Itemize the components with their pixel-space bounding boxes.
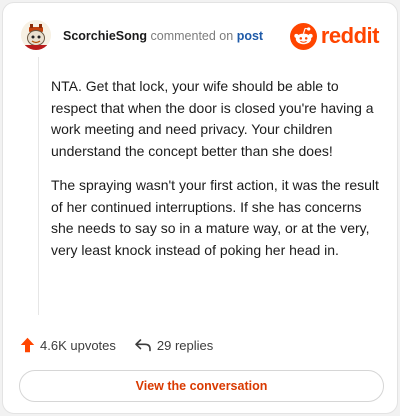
comment-card: ScorchieSong commented on post reddit NT… [2,2,398,414]
post-link[interactable]: post [237,29,263,43]
upvotes-count: 4.6K upvotes [40,337,116,353]
reply-arrow-icon [135,339,151,352]
comment-paragraph: The spraying wasn't your first action, i… [51,177,379,258]
comment-header: ScorchieSong commented on post reddit [21,20,381,52]
replies-stat[interactable]: 29 replies [134,338,213,353]
comment-body: NTA. Get that lock, your wife should be … [51,76,386,261]
upvote-arrow-icon [20,337,35,353]
thread-line [38,57,39,315]
avatar-image [21,20,51,50]
comment-paragraph: NTA. Get that lock, your wife should be … [51,78,374,159]
view-conversation-button[interactable]: View the conversation [19,370,384,402]
comment-action-text: commented on [150,29,234,43]
comment-stats: 4.6K upvotes 29 replies [20,334,213,356]
replies-count: 29 replies [156,337,214,353]
reddit-brand[interactable]: reddit [289,21,380,51]
reddit-logo-icon [289,22,317,50]
avatar[interactable] [21,20,51,50]
comment-meta: ScorchieSong commented on post [63,28,263,44]
reddit-wordmark: reddit [320,23,380,48]
upvotes-stat[interactable]: 4.6K upvotes [20,337,116,353]
author-name[interactable]: ScorchieSong [63,29,147,43]
